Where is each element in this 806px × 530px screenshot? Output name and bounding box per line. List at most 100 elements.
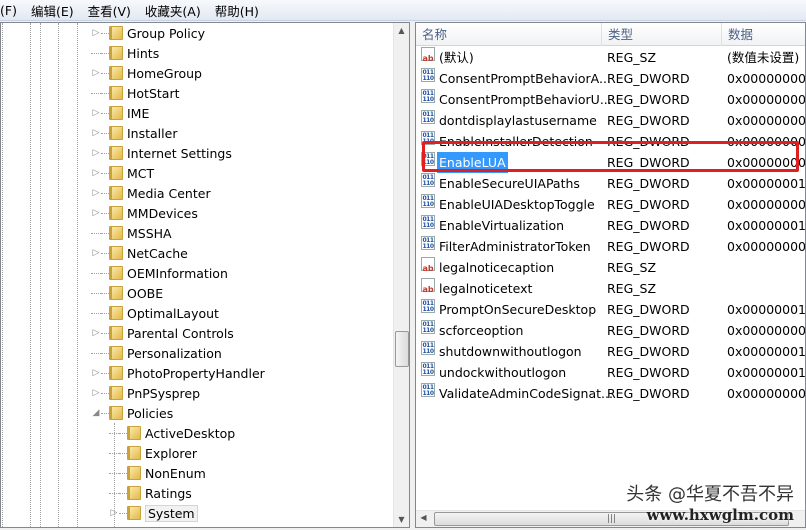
tree-item[interactable]: Hints xyxy=(91,43,159,63)
tree-item[interactable]: HotStart xyxy=(91,83,179,103)
value-type: REG_DWORD xyxy=(607,302,690,317)
expand-arrow-icon[interactable]: ▷ xyxy=(91,188,101,198)
tree-item[interactable]: Ratings xyxy=(109,483,192,503)
expand-arrow-icon[interactable]: ▷ xyxy=(91,168,101,178)
value-row[interactable]: 011 110 scforceoption REG_DWORD 0x00000000 … xyxy=(416,320,805,341)
dword-value-icon: 011 110 xyxy=(421,68,435,82)
expand-arrow-icon[interactable]: ▷ xyxy=(91,368,101,378)
scroll-left-arrow-icon[interactable]: ◀ xyxy=(416,513,431,522)
expand-arrow-icon[interactable]: ▷ xyxy=(109,508,119,518)
menu-item[interactable]: 编辑(E) xyxy=(31,1,84,20)
tree-item[interactable]: MSSHA xyxy=(91,223,172,243)
dword-value-icon: 011 110 xyxy=(421,299,435,313)
scroll-down-arrow-icon[interactable]: ▼ xyxy=(394,515,409,524)
tree-item[interactable]: ▷ Media Center xyxy=(91,183,211,203)
tree-connector xyxy=(119,472,127,474)
value-name: legalnoticetext xyxy=(439,281,533,296)
tree-item[interactable]: OptimalLayout xyxy=(91,303,219,323)
value-type: REG_DWORD xyxy=(607,344,690,359)
tree-item[interactable]: ▷ PnPSysprep xyxy=(91,383,201,403)
tree-item[interactable]: ▷ HomeGroup xyxy=(91,63,202,83)
tree-connector xyxy=(91,312,101,314)
column-header: 名称 类型 数据 xyxy=(416,23,805,46)
folder-icon xyxy=(109,206,123,220)
value-row[interactable]: 011 110 EnableSecureUIAPaths REG_DWORD 0x00… xyxy=(416,173,805,194)
value-type: REG_DWORD xyxy=(607,197,690,212)
folder-icon xyxy=(109,406,123,420)
value-row[interactable]: ab legalnoticecaption REG_SZ xyxy=(416,257,805,278)
tree-connector xyxy=(91,292,101,294)
column-header-type[interactable]: 类型 xyxy=(602,23,722,46)
tree-item[interactable]: ▷ Parental Controls xyxy=(91,323,234,343)
expand-arrow-icon[interactable]: ▷ xyxy=(91,128,101,138)
value-row[interactable]: 011 110 ValidateAdminCodeSignat... REG_DWO… xyxy=(416,383,805,404)
menu-item[interactable]: 帮助(H) xyxy=(215,1,269,20)
value-row[interactable]: ab (默认) REG_SZ (数值未设置) xyxy=(416,47,805,68)
expand-arrow-icon[interactable]: ▷ xyxy=(91,388,101,398)
tree-item-label: HotStart xyxy=(127,85,180,101)
folder-icon xyxy=(109,286,123,300)
menu-item[interactable]: (F) xyxy=(0,3,27,18)
tree-item[interactable]: NonEnum xyxy=(109,463,206,483)
folder-icon xyxy=(127,446,141,460)
value-type: REG_DWORD xyxy=(607,323,690,338)
tree-item[interactable]: ▷ IME xyxy=(91,103,150,123)
expand-arrow-icon[interactable]: ▷ xyxy=(91,68,101,78)
value-row[interactable]: 011 110 undockwithoutlogon REG_DWORD 0x0000… xyxy=(416,362,805,383)
value-name: ValidateAdminCodeSignat... xyxy=(439,386,613,401)
value-row[interactable]: 011 110 ConsentPromptBehaviorU... REG_DWOR… xyxy=(416,89,805,110)
tree-item[interactable]: ▷ MCT xyxy=(91,163,155,183)
value-row[interactable]: 011 110 ConsentPromptBehaviorA... REG_DWOR… xyxy=(416,68,805,89)
tree-item[interactable]: ActiveDesktop xyxy=(109,423,235,443)
tree-item[interactable]: Explorer xyxy=(109,443,197,463)
menu-item[interactable]: 查看(V) xyxy=(88,1,141,20)
expand-arrow-icon[interactable]: ▷ xyxy=(91,208,101,218)
tree-item[interactable]: ◢ Policies xyxy=(91,403,174,423)
value-type: REG_SZ xyxy=(607,50,657,65)
tree-item[interactable]: ▷ Installer xyxy=(91,123,178,143)
tree-item[interactable]: OEMInformation xyxy=(91,263,228,283)
folder-icon xyxy=(109,106,123,120)
scrollbar-thumb[interactable] xyxy=(395,331,409,367)
folder-icon xyxy=(109,386,123,400)
value-row[interactable]: 011 110 FilterAdministratorToken REG_DWORD… xyxy=(416,236,805,257)
value-row[interactable]: 011 110 PromptOnSecureDesktop REG_DWORD 0x0… xyxy=(416,299,805,320)
value-data: 0x00000001 (1) xyxy=(727,302,806,317)
expand-arrow-icon[interactable]: ▷ xyxy=(91,28,101,38)
expand-arrow-icon[interactable]: ▷ xyxy=(91,328,101,338)
value-row[interactable]: 011 110 shutdownwithoutlogon REG_DWORD 0x00… xyxy=(416,341,805,362)
tree-item[interactable]: ▷ Group Policy xyxy=(91,23,205,43)
tree-vertical-scrollbar[interactable]: ▲ ▼ xyxy=(393,23,409,527)
value-data: 0x00000000 (0) xyxy=(727,386,806,401)
expand-arrow-icon[interactable]: ▷ xyxy=(91,248,101,258)
value-name: ConsentPromptBehaviorU... xyxy=(439,92,612,107)
tree-item[interactable]: ▷ PhotoPropertyHandler xyxy=(91,363,265,383)
tree-item[interactable]: ▷ System xyxy=(109,503,198,523)
tree-connector xyxy=(91,272,101,274)
tree-item[interactable]: Personalization xyxy=(91,343,222,363)
tree-connector xyxy=(101,112,109,114)
tree-item[interactable]: ▷ MMDevices xyxy=(91,203,198,223)
column-header-data[interactable]: 数据 xyxy=(722,23,805,46)
value-name: (默认) xyxy=(439,50,474,65)
tree-item-label: MMDevices xyxy=(127,205,198,221)
value-row[interactable]: ab legalnoticetext REG_SZ xyxy=(416,278,805,299)
value-row[interactable]: 011 110 dontdisplaylastusername REG_DWORD 0… xyxy=(416,110,805,131)
value-row[interactable]: 011 110 EnableVirtualization REG_DWORD 0x00… xyxy=(416,215,805,236)
scroll-up-arrow-icon[interactable]: ▲ xyxy=(394,26,409,35)
tree-item[interactable]: OOBE xyxy=(91,283,163,303)
value-row[interactable]: 011 110 EnableUIADesktopToggle REG_DWORD 0x… xyxy=(416,194,805,215)
tree-connector xyxy=(101,52,109,54)
tree-item-label: IME xyxy=(127,105,150,121)
value-name: EnableVirtualization xyxy=(439,218,565,233)
expand-arrow-icon[interactable]: ▷ xyxy=(91,108,101,118)
expand-arrow-icon[interactable]: ▷ xyxy=(91,148,101,158)
column-header-name[interactable]: 名称 xyxy=(416,23,602,46)
value-name: legalnoticecaption xyxy=(439,260,555,275)
menu-item[interactable]: 收藏夹(A) xyxy=(145,1,211,20)
tree-item[interactable]: ▷ NetCache xyxy=(91,243,188,263)
expanded-arrow-icon[interactable]: ◢ xyxy=(91,408,101,418)
tree-item[interactable]: ▷ Internet Settings xyxy=(91,143,232,163)
tree-connector xyxy=(101,232,109,234)
value-name: ConsentPromptBehaviorA... xyxy=(439,71,611,86)
